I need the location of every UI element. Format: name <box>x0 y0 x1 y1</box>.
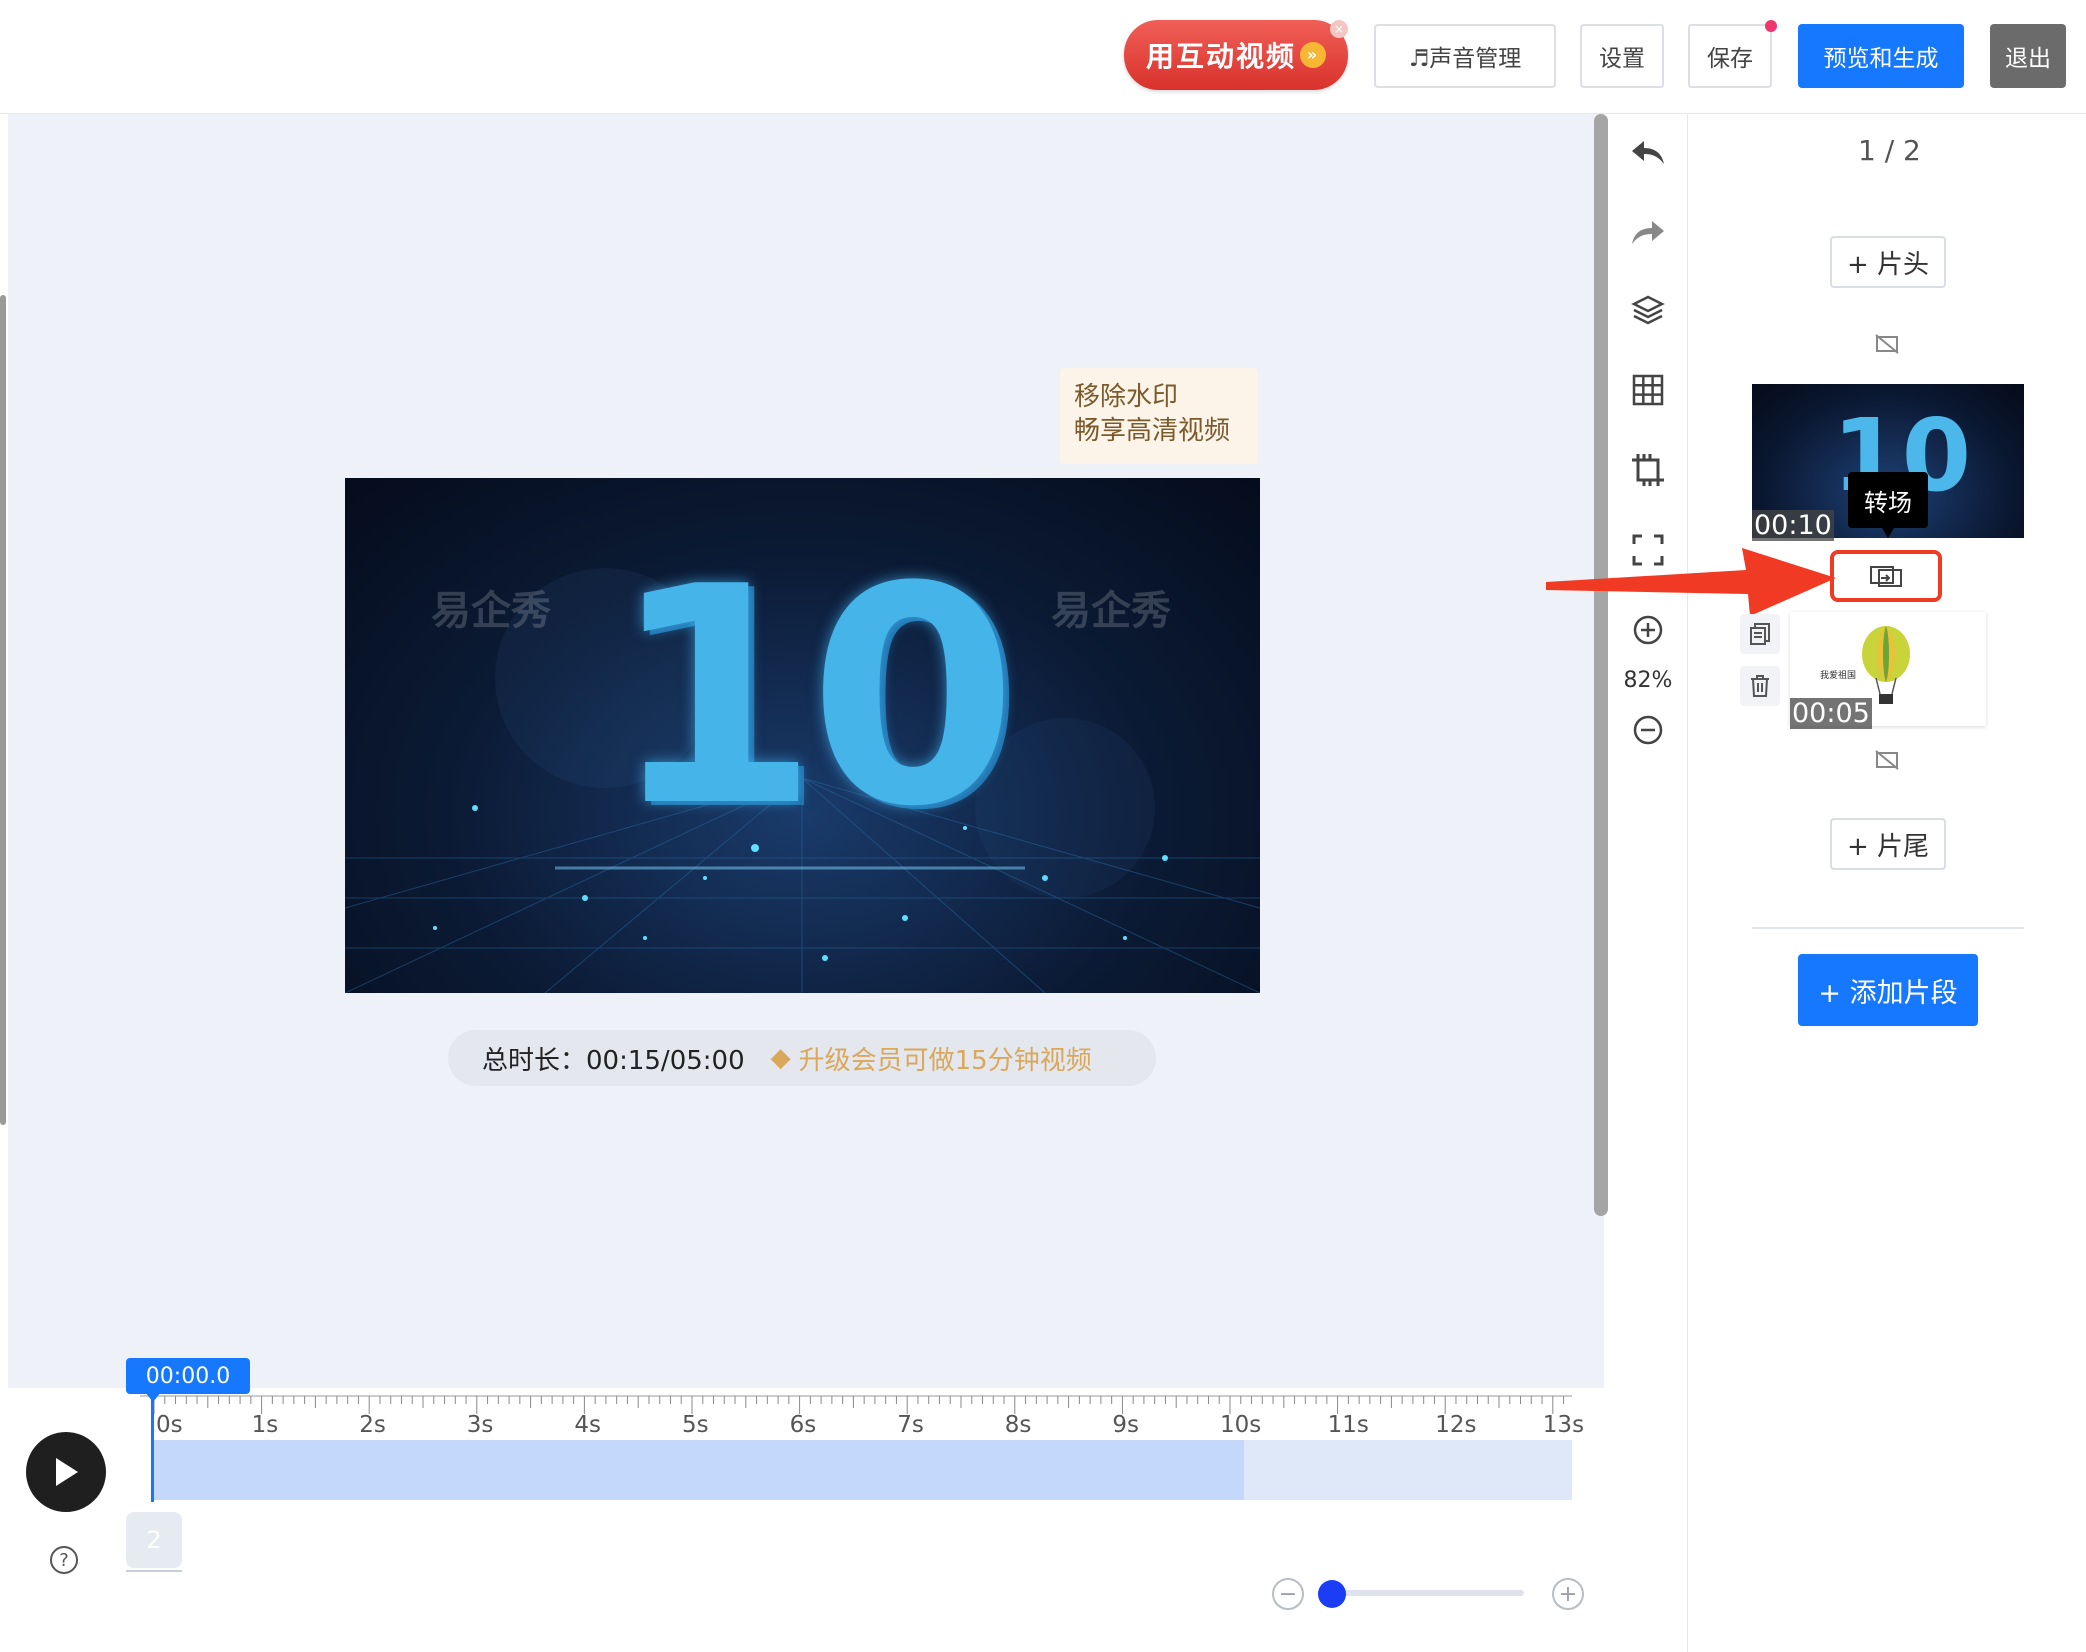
no-transition-icon-2[interactable] <box>1872 746 1902 774</box>
grid-icon[interactable] <box>1626 368 1670 412</box>
promo-label: 用互动视频 <box>1145 40 1296 73</box>
layers-icon[interactable] <box>1626 288 1670 332</box>
exit-button[interactable]: 退出 <box>1990 24 2066 88</box>
timeline-clip-range[interactable] <box>154 1440 1244 1500</box>
play-icon <box>56 1458 78 1486</box>
ruler-label: 8s <box>1004 1412 1032 1438</box>
tool-column <box>1608 114 1688 1652</box>
save-button[interactable]: 保存 <box>1688 24 1772 88</box>
ruler-label: 4s <box>574 1412 602 1438</box>
video-preview[interactable]: 易企秀 易企秀 10 <box>345 478 1260 993</box>
settings-button[interactable]: 设置 <box>1580 24 1664 88</box>
crop-icon[interactable] <box>1626 448 1670 492</box>
undo-icon[interactable] <box>1626 130 1670 174</box>
interactive-video-promo-button[interactable]: 用互动视频 » <box>1124 20 1348 90</box>
panel-divider <box>1752 927 2024 929</box>
ruler-label: 0s <box>156 1412 183 1438</box>
layer-chip[interactable]: 2 <box>126 1512 182 1568</box>
playhead[interactable] <box>151 1394 154 1502</box>
sound-management-button[interactable]: ♬声音管理 <box>1374 24 1556 88</box>
video-watermark-right: 易企秀 <box>1051 588 1171 634</box>
clip2-duration: 00:05 <box>1790 698 1872 729</box>
canvas-scrollbar[interactable] <box>1594 114 1608 1216</box>
upgrade-member-link[interactable]: 升级会员可做15分钟视频 <box>799 1040 1092 1077</box>
diamond-icon: ◆ <box>770 1043 791 1073</box>
ruler-label: 6s <box>789 1412 817 1438</box>
left-scroll-edge[interactable] <box>0 295 6 1125</box>
add-tail-button[interactable]: + 片尾 <box>1830 818 1946 870</box>
chevron-right-icon: » <box>1300 42 1326 68</box>
watermark-line-1: 移除水印 <box>1074 382 1179 412</box>
timeline-zoom-slider[interactable] <box>1334 1590 1524 1596</box>
add-head-button[interactable]: + 片头 <box>1830 236 1946 288</box>
no-transition-icon[interactable] <box>1872 330 1902 358</box>
help-icon[interactable]: ? <box>50 1546 78 1574</box>
page-indicator: 1 / 2 <box>1858 134 1921 167</box>
redo-icon[interactable] <box>1626 210 1670 254</box>
timeline-zoom-knob[interactable] <box>1318 1580 1346 1608</box>
add-segment-button[interactable]: + 添加片段 <box>1798 954 1978 1026</box>
preview-generate-button[interactable]: 预览和生成 <box>1798 24 1964 88</box>
ruler-label: 2s <box>359 1412 386 1438</box>
delete-clip-icon[interactable] <box>1740 666 1780 706</box>
clip2-caption: 我爱祖国 <box>1820 671 1857 681</box>
video-watermark-left: 易企秀 <box>431 588 551 634</box>
ruler-label: 11s <box>1327 1412 1369 1438</box>
playhead-time[interactable]: 00:00.0 <box>126 1358 250 1394</box>
remove-watermark-banner[interactable]: 移除水印 畅享高清视频 <box>1060 368 1258 464</box>
zoom-level: 82% <box>1623 668 1673 693</box>
countdown-number: 10 <box>610 523 1017 872</box>
ruler-label: 7s <box>897 1412 924 1438</box>
ruler-label: 3s <box>466 1412 494 1438</box>
play-button[interactable] <box>26 1432 106 1512</box>
timeline-zoom-in-icon[interactable]: + <box>1552 1578 1584 1610</box>
video-editor: 用互动视频 » × ♬声音管理 设置 保存 预览和生成 退出 移除水印 畅享高清… <box>0 0 2086 1652</box>
promo-close-icon[interactable]: × <box>1330 20 1348 38</box>
transition-button[interactable] <box>1830 550 1942 602</box>
unsaved-indicator <box>1765 20 1777 32</box>
ruler-label: 13s <box>1542 1412 1585 1438</box>
ruler-label: 5s <box>682 1412 709 1438</box>
copy-clip-icon[interactable] <box>1740 614 1780 654</box>
top-bar <box>0 0 2086 114</box>
layer-chip-underline <box>126 1570 182 1572</box>
duration-bar: 总时长：00:15/05:00 ◆ 升级会员可做15分钟视频 <box>448 1030 1156 1086</box>
transition-icon <box>1870 566 1902 587</box>
zoom-out-icon[interactable] <box>1626 708 1670 752</box>
hot-air-balloon-icon <box>1862 626 1910 704</box>
total-duration: 总时长：00:15/05:00 <box>482 1045 745 1076</box>
timeline-zoom-out-icon[interactable]: − <box>1272 1578 1304 1610</box>
ruler-label: 1s <box>251 1412 279 1438</box>
ruler-label: 12s <box>1435 1412 1477 1438</box>
ruler-label: 10s <box>1220 1412 1262 1438</box>
ruler-label: 9s <box>1112 1412 1140 1438</box>
watermark-line-2: 畅享高清视频 <box>1074 416 1231 446</box>
transition-tooltip: 转场 <box>1848 472 1928 538</box>
ruler-labels: 0s 1s 2s 3s 4s 5s 6s 7s 8s 9s 10s 11s 12s 13s <box>0 1412 1604 1442</box>
